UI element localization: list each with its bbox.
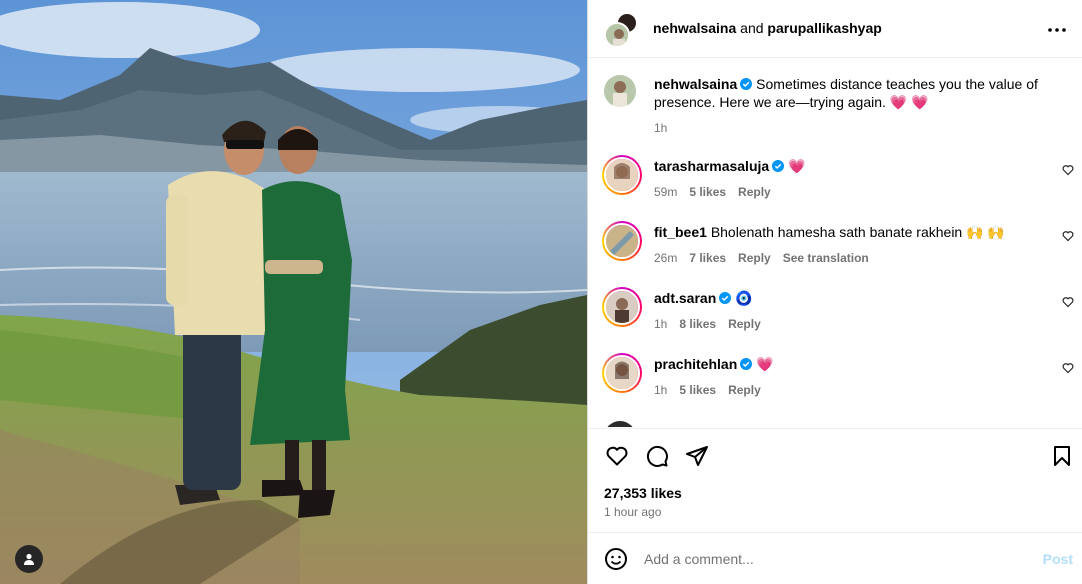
author-username[interactable]: nehwalsaina [653, 20, 736, 36]
comment-text: Bholenath hamesha sath banate rakhein 🙌 … [710, 224, 1005, 240]
story-ring-avatar[interactable] [602, 353, 642, 393]
comment-icon [646, 445, 668, 467]
emoji-button[interactable] [604, 547, 630, 573]
avatar [604, 22, 630, 48]
story-ring-avatar[interactable] [602, 287, 642, 327]
avatar[interactable] [604, 75, 636, 107]
emoji-icon [605, 548, 627, 570]
comment-button[interactable] [644, 443, 670, 469]
comment-likes[interactable]: 8 likes [679, 315, 716, 333]
comment-text: 🧿 [735, 290, 753, 306]
collaborator-username[interactable]: parupallikashyap [767, 20, 881, 36]
comment-like-button[interactable] [1062, 229, 1074, 247]
comment-item: fit_bee1 Bholenath hamesha sath banate r… [602, 221, 1074, 267]
share-button[interactable] [684, 443, 710, 469]
comment-likes[interactable]: 5 likes [679, 381, 716, 399]
reply-button[interactable]: Reply [728, 315, 761, 333]
author-joiner: and [740, 20, 764, 36]
post-side-panel: nehwalsaina and parupallikashyap nehwals… [587, 0, 1082, 584]
more-icon [1048, 28, 1066, 32]
heart-icon [1062, 363, 1074, 374]
heart-icon [1062, 297, 1074, 308]
comment-input[interactable] [644, 547, 1024, 571]
comment-like-button[interactable] [1062, 361, 1074, 379]
comment-item: tarasharmasaluja 💗 59m 5 likes Reply [602, 155, 1074, 201]
caption-time: 1h [654, 121, 668, 135]
reply-button[interactable]: Reply [738, 249, 771, 267]
comment-item: prachitehlan 💗 1h 5 likes Reply [602, 353, 1074, 399]
post-image [0, 0, 587, 584]
comment-username[interactable]: fit_bee1 [654, 224, 707, 240]
heart-icon [1062, 165, 1074, 176]
comment-time: 1h [654, 383, 668, 397]
comment-likes[interactable]: 7 likes [689, 249, 726, 267]
post-photo[interactable] [0, 0, 587, 584]
comment-username[interactable]: adt.saran [654, 290, 716, 306]
more-options-button[interactable] [1045, 18, 1069, 42]
comment-text: 💗 [756, 356, 774, 372]
post-time: 1 hour ago [604, 505, 662, 519]
post-caption: nehwalsaina Sometimes distance teaches y… [604, 75, 1064, 137]
comment-username[interactable]: tarasharmasaluja [654, 158, 769, 174]
verified-icon [772, 160, 785, 172]
see-translation-link[interactable]: See translation [783, 249, 869, 267]
bookmark-icon [1054, 446, 1070, 466]
post-header: nehwalsaina and parupallikashyap [588, 0, 1082, 58]
post-actions: 27,353 likes 1 hour ago [588, 428, 1082, 532]
comment-likes[interactable]: 5 likes [689, 183, 726, 201]
caption-username[interactable]: nehwalsaina [654, 76, 737, 92]
share-icon [686, 446, 708, 466]
comment-time: 1h [654, 317, 668, 331]
verified-icon [740, 358, 753, 370]
user-tag-icon [24, 553, 34, 565]
comment-like-button[interactable] [1062, 163, 1074, 181]
likes-count[interactable]: 27,353 likes [604, 485, 682, 501]
collab-avatars[interactable] [604, 12, 640, 48]
user-tag-button[interactable] [15, 545, 43, 573]
comment-time: 26m [654, 251, 678, 265]
story-ring-avatar[interactable] [602, 221, 642, 261]
reply-button[interactable]: Reply [728, 381, 761, 399]
story-ring-avatar[interactable] [602, 155, 642, 195]
like-button[interactable] [604, 443, 630, 469]
comments-section[interactable]: nehwalsaina Sometimes distance teaches y… [588, 59, 1082, 427]
post-comment-button[interactable]: Post [1043, 551, 1073, 567]
comment-like-button[interactable] [1062, 295, 1074, 313]
save-button[interactable] [1049, 443, 1075, 469]
reply-button[interactable]: Reply [738, 183, 771, 201]
add-comment-bar: Post [588, 532, 1082, 584]
post-authors: nehwalsaina and parupallikashyap [653, 20, 882, 36]
comment-item: adt.saran 🧿 1h 8 likes Reply [602, 287, 1074, 333]
comment-username[interactable]: prachitehlan [654, 356, 737, 372]
comment-text: 💗 [788, 158, 806, 174]
verified-icon [740, 78, 753, 90]
heart-icon [606, 446, 628, 466]
verified-icon [719, 292, 732, 304]
comment-time: 59m [654, 185, 678, 199]
avatar[interactable] [604, 421, 636, 427]
heart-icon [1062, 231, 1074, 242]
